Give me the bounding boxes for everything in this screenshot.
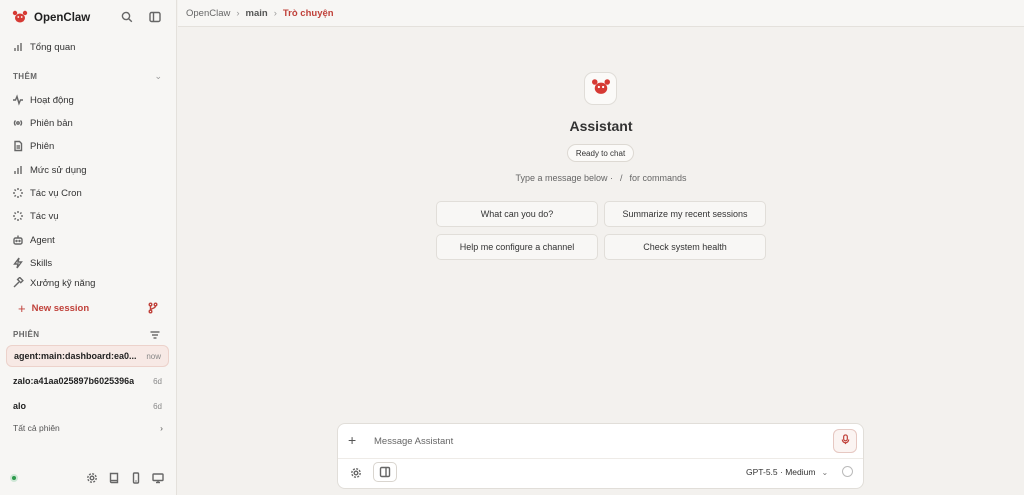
hint-suffix: for commands xyxy=(629,173,687,183)
footer-actions xyxy=(85,471,165,485)
sidebar-item-label: Agent xyxy=(30,234,55,246)
sidebar-item-label: Tác vụ Cron xyxy=(30,187,82,199)
chevron-right-icon: › xyxy=(160,423,163,433)
microphone-icon xyxy=(840,434,851,448)
monitor-icon[interactable] xyxy=(151,471,165,485)
bar-chart-icon xyxy=(12,40,24,54)
sidebar-item-label: Tổng quan xyxy=(30,41,76,53)
sidebar-item-agent[interactable]: Agent xyxy=(12,231,166,249)
plus-icon: + xyxy=(18,300,26,316)
model-select[interactable]: GPT-5.5 · Medium ⌄ xyxy=(746,467,828,477)
all-sessions-label: Tất cả phiên xyxy=(13,423,60,433)
section-more-label: THÊM xyxy=(13,72,38,81)
session-name: zalo:a41aa025897b6025396a xyxy=(13,376,135,386)
chevron-down-icon: ⌄ xyxy=(821,467,829,477)
session-time: now xyxy=(146,351,161,361)
lobster-logo-icon xyxy=(12,9,28,28)
sidebar-item-label: Hoạt động xyxy=(30,94,74,106)
chevron-down-icon[interactable]: ⌄ xyxy=(154,71,162,82)
document-icon xyxy=(12,139,24,153)
sidebar-item-skills[interactable]: Skills xyxy=(12,254,166,272)
sidebar-item-usage[interactable]: Mức sử dụng xyxy=(12,161,166,179)
search-icon[interactable] xyxy=(120,10,134,24)
message-composer: + GPT-5.5 · Medium ⌄ xyxy=(337,423,864,489)
lobster-logo-icon xyxy=(591,77,611,100)
section-sessions-label: PHIÊN xyxy=(13,330,40,339)
panel-icon xyxy=(378,465,392,479)
filter-icon[interactable] xyxy=(148,328,162,342)
suggestion-button[interactable]: Check system health xyxy=(604,234,766,260)
sidebar-item-label: Mức sử dụng xyxy=(30,164,87,176)
sidebar-item-label: Phiên xyxy=(30,140,55,152)
session-name: alo xyxy=(13,401,27,411)
gear-icon[interactable] xyxy=(349,466,363,480)
branch-icon[interactable] xyxy=(146,301,160,315)
command-hint: Type a message below · / for commands xyxy=(178,173,1024,183)
session-item[interactable]: zalo:a41aa025897b6025396a 6d xyxy=(6,370,169,392)
sidebar-item-activity[interactable]: Hoạt động xyxy=(12,91,166,109)
chat-area: Assistant Ready to chat Type a message b… xyxy=(178,28,1024,495)
message-input[interactable] xyxy=(374,432,814,450)
breadcrumb-current: Trò chuyện xyxy=(282,7,334,19)
assistant-avatar xyxy=(584,72,617,105)
brand-name: OpenClaw xyxy=(34,12,91,24)
session-name: agent:main:dashboard:ea0... xyxy=(14,351,137,361)
sidebar-footer xyxy=(10,471,165,485)
connection-status-icon xyxy=(10,474,18,482)
breadcrumb-root[interactable]: OpenClaw xyxy=(186,8,230,19)
toggle-panel-button[interactable] xyxy=(373,462,397,482)
sidebar-top-actions xyxy=(120,10,162,24)
sidebar-item-tasks[interactable]: Tác vụ xyxy=(12,207,166,225)
hint-slash: / xyxy=(620,173,623,183)
loader-icon xyxy=(12,186,24,200)
robot-icon xyxy=(12,233,24,247)
sidebar-item-label: Tác vụ xyxy=(30,210,59,222)
broadcast-icon xyxy=(12,116,24,130)
sidebar-item-versions[interactable]: Phiên bản xyxy=(12,114,166,132)
suggestion-button[interactable]: Summarize my recent sessions xyxy=(604,201,766,227)
session-item[interactable]: alo 6d xyxy=(6,395,169,417)
book-icon[interactable] xyxy=(107,471,121,485)
loader-icon xyxy=(12,209,24,223)
breadcrumb-middle[interactable]: main xyxy=(246,8,268,19)
sidebar-item-overview[interactable]: Tổng quan xyxy=(12,38,166,56)
bar-chart-icon xyxy=(12,163,24,177)
session-time: 6d xyxy=(153,376,162,386)
session-time: 6d xyxy=(153,401,162,411)
breadcrumb: OpenClaw › main › Trò chuyện xyxy=(178,0,1024,27)
new-session-label: New session xyxy=(31,302,90,314)
new-session-button[interactable]: + New session xyxy=(18,300,89,316)
session-item[interactable]: agent:main:dashboard:ea0... now xyxy=(6,345,169,367)
sidebar-item-sessions[interactable]: Phiên xyxy=(12,137,166,155)
bolt-icon xyxy=(12,256,24,270)
suggestion-button[interactable]: What can you do? xyxy=(436,201,598,227)
all-sessions-link[interactable]: Tất cả phiên › xyxy=(13,423,163,433)
activity-icon xyxy=(12,93,24,107)
breadcrumb-separator-icon: › xyxy=(236,7,240,19)
suggestion-button[interactable]: Help me configure a channel xyxy=(436,234,598,260)
attach-plus-icon[interactable]: + xyxy=(348,432,356,448)
sidebar-item-label: Xưởng kỹ năng xyxy=(30,277,96,289)
collapse-sidebar-icon[interactable] xyxy=(148,10,162,24)
send-status-icon[interactable] xyxy=(842,466,853,477)
hammer-icon xyxy=(12,277,24,289)
composer-divider xyxy=(338,458,863,459)
sidebar-item-label: Skills xyxy=(30,257,53,269)
model-select-value: GPT-5.5 · Medium xyxy=(746,467,816,477)
mobile-icon[interactable] xyxy=(129,471,143,485)
sidebar: OpenClaw Tổng quan THÊM ⌄ Hoạt động Phiê… xyxy=(0,0,177,495)
status-badge: Ready to chat xyxy=(567,144,634,162)
sidebar-item-label: Phiên bản xyxy=(30,117,73,129)
gear-icon[interactable] xyxy=(85,471,99,485)
microphone-button[interactable] xyxy=(833,429,857,453)
breadcrumb-separator-icon: › xyxy=(273,7,277,19)
assistant-title: Assistant xyxy=(569,118,633,134)
brand[interactable]: OpenClaw xyxy=(12,9,90,27)
sidebar-item-skill-workshop[interactable]: Xưởng kỹ năng xyxy=(12,277,166,289)
sidebar-item-cron-tasks[interactable]: Tác vụ Cron xyxy=(12,184,166,202)
hint-prefix: Type a message below · xyxy=(515,173,613,183)
